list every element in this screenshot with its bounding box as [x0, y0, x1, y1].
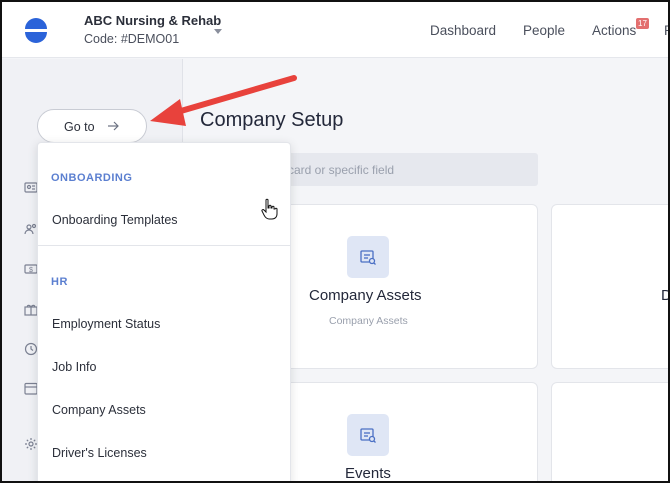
menu-item-employment-status[interactable]: Employment Status — [52, 317, 160, 331]
section-header-onboarding: ONBOARDING — [51, 172, 133, 184]
menu-divider — [38, 245, 290, 246]
nav-more[interactable]: R — [664, 23, 668, 38]
svg-text:$: $ — [29, 267, 33, 274]
calendar-icon[interactable] — [24, 381, 38, 395]
id-card-icon[interactable] — [24, 180, 38, 194]
document-icon — [347, 414, 389, 456]
top-header: ABC Nursing & Rehab Code: #DEMO01 Dashbo… — [2, 2, 668, 58]
actions-count-badge: 17 — [636, 18, 649, 29]
clock-icon[interactable] — [24, 342, 38, 356]
goto-dropdown-menu: ONBOARDING Onboarding Templates HR Emplo… — [37, 142, 291, 481]
app-window: ABC Nursing & Rehab Code: #DEMO01 Dashbo… — [0, 0, 670, 483]
section-header-hr: HR — [51, 276, 68, 288]
menu-item-drivers-licenses[interactable]: Driver's Licenses — [52, 446, 147, 460]
arrow-right-icon — [108, 121, 119, 131]
gift-icon[interactable] — [24, 302, 38, 316]
organization-code: Code: #DEMO01 — [84, 32, 180, 46]
card-partial[interactable] — [551, 382, 668, 481]
menu-item-onboarding-templates[interactable]: Onboarding Templates — [52, 213, 178, 227]
goto-button-label: Go to — [64, 120, 95, 134]
menu-item-job-info[interactable]: Job Info — [52, 360, 96, 374]
nav-dashboard[interactable]: Dashboard — [430, 23, 496, 38]
card-title: Events — [345, 465, 391, 482]
goto-button[interactable]: Go to — [37, 109, 147, 143]
card-partial[interactable] — [551, 204, 668, 369]
org-switcher-caret-icon[interactable] — [214, 29, 222, 34]
people-icon[interactable] — [24, 222, 38, 236]
company-logo[interactable] — [22, 16, 50, 44]
card-title-partial: D — [661, 287, 668, 304]
page-title: Company Setup — [200, 109, 344, 131]
card-events[interactable]: Events — [272, 382, 538, 482]
nav-people[interactable]: People — [523, 23, 565, 38]
card-subtitle: Company Assets — [329, 315, 408, 327]
hand-cursor-icon — [261, 198, 278, 220]
document-icon — [347, 236, 389, 278]
money-icon[interactable]: $ — [24, 262, 38, 276]
organization-name[interactable]: ABC Nursing & Rehab — [84, 13, 221, 28]
settings-icon[interactable] — [24, 437, 38, 451]
card-title: Company Assets — [309, 287, 422, 304]
menu-item-company-assets[interactable]: Company Assets — [52, 403, 146, 417]
search-input[interactable]: card or specific field — [262, 153, 538, 186]
nav-actions[interactable]: Actions — [592, 23, 636, 38]
card-company-assets[interactable]: Company Assets Company Assets — [272, 204, 538, 369]
